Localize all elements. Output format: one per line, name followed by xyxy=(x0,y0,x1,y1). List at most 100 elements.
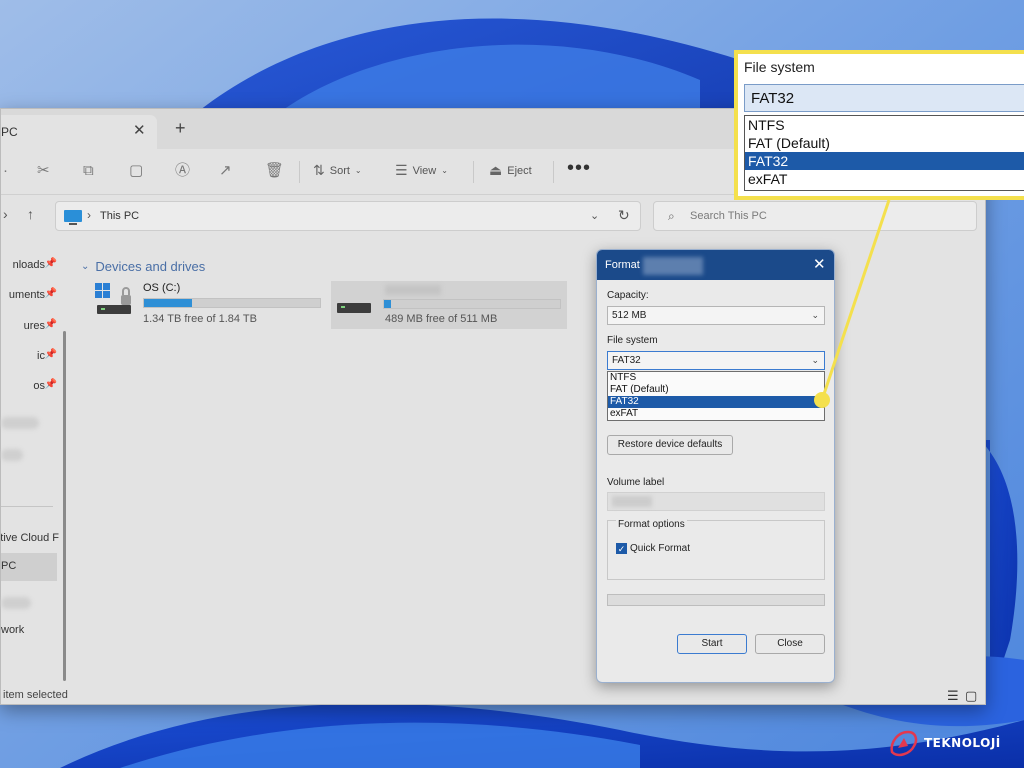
close-icon[interactable]: ✕ xyxy=(133,121,146,139)
filesystem-option-exfat[interactable]: exFAT xyxy=(608,408,824,420)
zoom-filesystem-list: NTFS FAT (Default) FAT32 exFAT xyxy=(744,115,1024,191)
devices-section-header[interactable]: ⌄ Devices and drives xyxy=(81,259,205,274)
chevron-down-icon[interactable]: ⌄ xyxy=(590,209,599,222)
quick-format-label[interactable]: Quick Format xyxy=(630,543,690,554)
share-icon[interactable]: ↗ xyxy=(219,163,232,179)
blurred-sidebar-item xyxy=(1,449,23,461)
plus-icon[interactable]: + xyxy=(175,119,186,137)
copy-icon[interactable]: ⧉ xyxy=(83,163,94,179)
up-arrow-icon[interactable]: ↑ xyxy=(27,206,34,222)
paste-icon[interactable]: ▢ xyxy=(129,163,143,179)
sidebar-item-this-pc[interactable]: PC xyxy=(1,553,57,581)
tab-this-pc[interactable]: PC ✕ xyxy=(1,115,157,149)
filesystem-label: File system xyxy=(607,335,658,346)
toolbar-divider xyxy=(553,161,554,183)
sidebar-item-downloads[interactable]: nloads 📌 xyxy=(1,254,61,276)
dialog-title: Format xyxy=(605,259,640,271)
status-bar: item selected ☰ ▢ xyxy=(1,687,985,705)
zoom-option-fat[interactable]: FAT (Default) xyxy=(745,134,1024,152)
sort-icon: ⇅ xyxy=(313,162,325,178)
zoom-filesystem-label: File system xyxy=(744,59,815,75)
watermark-logo-icon xyxy=(890,730,918,757)
drive-name: OS (C:) xyxy=(143,282,181,294)
chevron-down-icon: ⌄ xyxy=(811,310,819,320)
format-options-group: Format options ✓ Quick Format xyxy=(607,519,825,580)
refresh-icon[interactable]: ↻ xyxy=(618,207,630,224)
zoom-filesystem-select[interactable]: FAT32 xyxy=(744,84,1024,112)
filesystem-option-ntfs[interactable]: NTFS xyxy=(608,372,824,384)
zoom-filesystem-value: FAT32 xyxy=(751,90,795,107)
search-box[interactable]: ⌕ xyxy=(653,201,977,231)
restore-defaults-button[interactable]: Restore device defaults xyxy=(607,435,733,455)
sort-button[interactable]: ⇅ Sort ⌄ xyxy=(313,162,362,179)
tiles-view-icon[interactable]: ▢ xyxy=(965,688,977,704)
drive-usage-bar xyxy=(383,299,561,309)
quick-format-checkbox[interactable]: ✓ xyxy=(616,543,627,554)
address-bar[interactable]: › This PC ⌄ ↻ xyxy=(55,201,641,231)
start-button[interactable]: Start xyxy=(677,634,747,654)
computer-icon xyxy=(64,210,82,225)
filesystem-option-fat[interactable]: FAT (Default) xyxy=(608,384,824,396)
filesystem-select[interactable]: FAT32 ⌄ xyxy=(607,351,825,370)
toolbar-divider xyxy=(473,161,474,183)
scissors-icon[interactable]: ✂ xyxy=(37,163,50,179)
dialog-title-bar: Format ✕ xyxy=(597,250,834,280)
sidebar-item-videos[interactable]: os 📌 xyxy=(1,375,61,397)
view-button[interactable]: ☰ View ⌄ xyxy=(395,162,448,179)
details-view-icon[interactable]: ☰ xyxy=(947,688,959,704)
filesystem-option-fat32[interactable]: FAT32 xyxy=(608,396,824,408)
zoom-option-ntfs[interactable]: NTFS xyxy=(745,116,1024,134)
sidebar-item-label: ures xyxy=(23,320,45,332)
section-title: Devices and drives xyxy=(95,259,206,274)
sidebar-item-documents[interactable]: uments 📌 xyxy=(1,284,61,306)
sidebar-item-pictures[interactable]: ures 📌 xyxy=(1,315,61,337)
navigation-pane: nloads 📌 uments 📌 ures 📌 ic 📌 os 📌 tive … xyxy=(1,241,67,681)
format-progress-bar xyxy=(607,594,825,606)
pin-icon: 📌 xyxy=(44,349,57,360)
sidebar-item-creative-cloud[interactable]: tive Cloud F xyxy=(1,527,61,549)
drive-usb[interactable]: 489 MB free of 511 MB xyxy=(331,281,567,329)
partial-icon[interactable]: · xyxy=(3,163,8,179)
toolbar-divider xyxy=(299,161,300,183)
capacity-select[interactable]: 512 MB ⌄ xyxy=(607,306,825,325)
chevron-down-icon: ⌄ xyxy=(441,166,448,175)
search-icon: ⌕ xyxy=(668,209,675,223)
sidebar-item-network[interactable]: work xyxy=(1,619,61,641)
sidebar-divider xyxy=(1,506,53,507)
capacity-value: 512 MB xyxy=(612,310,647,321)
volume-label-input[interactable] xyxy=(607,492,825,511)
blurred-sidebar-item xyxy=(1,417,39,429)
chevron-down-icon: ⌄ xyxy=(811,355,819,365)
sidebar-item-label: uments xyxy=(8,289,45,301)
rename-icon[interactable]: Ⓐ xyxy=(175,163,190,179)
search-input[interactable] xyxy=(690,208,950,224)
usb-drive-icon xyxy=(337,303,371,313)
blurred-volume-name xyxy=(612,496,652,507)
eject-label: Eject xyxy=(507,164,532,177)
forward-arrow-icon[interactable]: › xyxy=(3,206,8,222)
sidebar-scrollbar[interactable] xyxy=(63,331,66,681)
drive-free-space: 489 MB free of 511 MB xyxy=(385,313,498,325)
close-icon[interactable]: ✕ xyxy=(813,255,826,273)
blurred-sidebar-item xyxy=(1,597,31,609)
view-label: View xyxy=(412,164,437,177)
zoom-option-fat32[interactable]: FAT32 xyxy=(745,152,1024,170)
status-text: item selected xyxy=(3,689,68,701)
pin-icon: 📌 xyxy=(44,319,57,330)
zoom-option-exfat[interactable]: exFAT xyxy=(745,170,1024,188)
drive-usage-bar xyxy=(143,298,321,308)
view-icon: ☰ xyxy=(395,162,408,178)
eject-button[interactable]: ⏏ Eject xyxy=(489,162,532,179)
close-button[interactable]: Close xyxy=(755,634,825,654)
chevron-down-icon: ⌄ xyxy=(81,261,90,272)
more-options-button[interactable]: ••• xyxy=(567,157,591,180)
address-path[interactable]: This PC xyxy=(100,210,139,222)
sidebar-item-label: work xyxy=(1,624,25,636)
sidebar-item-music[interactable]: ic 📌 xyxy=(1,345,61,367)
trash-icon[interactable]: 🗑 xyxy=(265,163,284,179)
eject-icon: ⏏ xyxy=(489,162,503,178)
drive-c[interactable]: OS (C:) 1.34 TB free of 1.84 TB xyxy=(93,281,325,329)
sidebar-item-label: PC xyxy=(1,560,17,572)
sidebar-item-label: nloads xyxy=(12,259,45,271)
chevron-down-icon: ⌄ xyxy=(354,166,362,175)
